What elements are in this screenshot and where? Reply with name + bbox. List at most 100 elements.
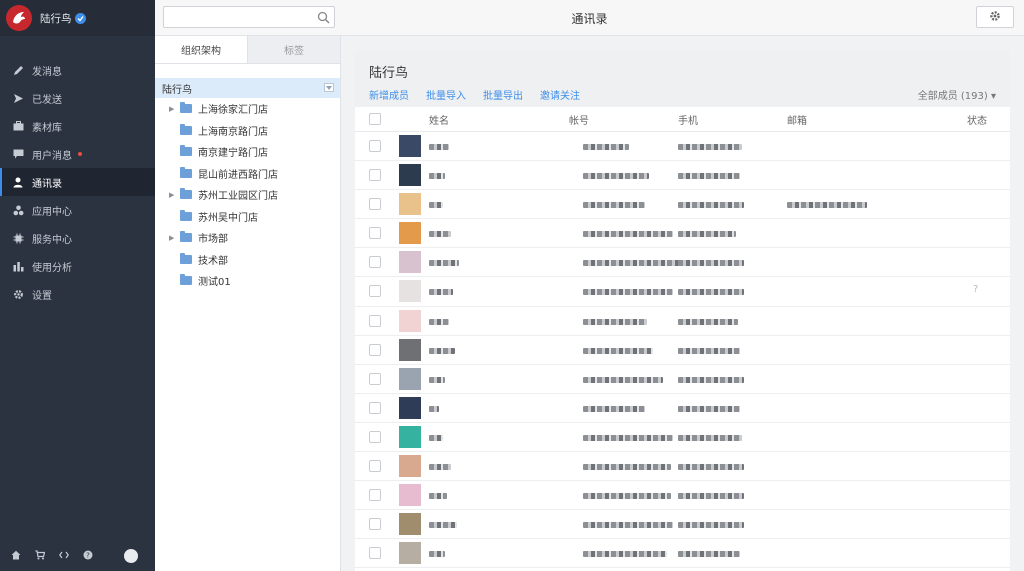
batch-import-link[interactable]: 批量导入 — [426, 87, 466, 102]
table-row[interactable] — [355, 481, 1010, 511]
row-checkbox[interactable] — [369, 198, 381, 211]
table-row[interactable]: ? — [355, 277, 1010, 307]
name-redacted — [429, 347, 455, 354]
table-row[interactable] — [355, 248, 1010, 278]
table-row[interactable] — [355, 132, 1010, 162]
expand-arrow-icon[interactable]: ▶ — [169, 191, 179, 199]
department-label: 技术部 — [198, 255, 228, 267]
sidebar-item-analytics[interactable]: 使用分析 — [0, 252, 155, 280]
row-checkbox[interactable] — [369, 401, 381, 414]
department-item[interactable]: ▶ 苏州工业园区门店 — [155, 184, 340, 206]
sidebar-item-service-center[interactable]: 服务中心 — [0, 224, 155, 252]
main-area: 陆行鸟 新增成员 批量导入 批量导出 邀请关注 全部成员 (193) ▾ 姓名 … — [341, 36, 1024, 571]
row-checkbox[interactable] — [369, 343, 381, 356]
sidebar-item-materials[interactable]: 素材库 — [0, 112, 155, 140]
department-label: 测试01 — [198, 277, 231, 289]
department-item[interactable]: 上海南京路门店 — [155, 120, 340, 142]
table-row[interactable] — [355, 219, 1010, 249]
apps-icon — [12, 204, 24, 216]
department-list: ▶ 上海徐家汇门店上海南京路门店南京建宁路门店昆山前进西路门店 ▶ 苏州工业园区门店苏… — [155, 98, 340, 292]
expand-arrow-icon[interactable]: ▶ — [169, 105, 179, 113]
row-checkbox[interactable] — [369, 256, 381, 269]
sidebar-item-settings[interactable]: 设置 — [0, 280, 155, 308]
table-row[interactable] — [355, 365, 1010, 394]
table-row[interactable] — [355, 452, 1010, 482]
dropdown-icon[interactable] — [324, 83, 334, 92]
sidebar-item-contacts[interactable]: 通讯录 — [0, 168, 155, 196]
account-redacted — [583, 551, 667, 558]
department-label: 上海南京路门店 — [198, 126, 268, 138]
department-item[interactable]: 昆山前进西路门店 — [155, 163, 340, 185]
row-checkbox[interactable] — [369, 314, 381, 327]
tab-org-structure[interactable]: 组织架构 — [155, 36, 247, 63]
avatar — [399, 396, 421, 419]
account-redacted — [583, 464, 671, 471]
avatar — [399, 135, 421, 157]
table-row[interactable] — [355, 394, 1010, 423]
tab-tags[interactable]: 标签 — [247, 36, 340, 63]
row-checkbox[interactable] — [369, 460, 381, 473]
brand-header[interactable]: 陆行鸟 — [0, 0, 155, 36]
row-checkbox[interactable] — [369, 489, 381, 502]
row-checkbox[interactable] — [369, 547, 381, 560]
table-body: ? — [355, 132, 1010, 569]
invite-follow-link[interactable]: 邀请关注 — [540, 87, 580, 102]
column-header-name[interactable]: 姓名 — [429, 112, 449, 127]
row-checkbox[interactable] — [369, 227, 381, 240]
batch-export-link[interactable]: 批量导出 — [483, 87, 523, 102]
expand-arrow-icon[interactable]: ▶ — [169, 234, 179, 242]
account-redacted — [583, 318, 647, 325]
table-row[interactable] — [355, 539, 1010, 569]
column-header-email[interactable]: 邮箱 — [787, 112, 807, 127]
department-item[interactable]: 苏州吴中门店 — [155, 206, 340, 228]
table-row[interactable] — [355, 423, 1010, 453]
department-item[interactable]: ▶ 市场部 — [155, 227, 340, 249]
row-checkbox[interactable] — [369, 285, 381, 298]
name-redacted — [429, 493, 447, 500]
department-item[interactable]: 南京建宁路门店 — [155, 141, 340, 163]
phone-redacted — [678, 318, 738, 325]
code-icon[interactable] — [58, 549, 70, 561]
phone-redacted — [678, 493, 744, 500]
row-checkbox[interactable] — [369, 372, 381, 385]
home-icon[interactable] — [10, 549, 22, 561]
table-row[interactable] — [355, 336, 1010, 365]
sidebar-item-sent[interactable]: 已发送 — [0, 84, 155, 112]
members-filter-dropdown[interactable]: 全部成员 (193) ▾ — [918, 87, 996, 102]
sidebar-item-user-messages[interactable]: 用户消息 — [0, 140, 155, 168]
add-icon[interactable] — [124, 549, 138, 563]
table-header: 姓名 帐号 手机 邮箱 状态 — [355, 107, 1010, 132]
column-header-account[interactable]: 帐号 — [569, 112, 589, 127]
cart-icon[interactable] — [34, 549, 46, 561]
department-item[interactable]: 测试01 — [155, 270, 340, 292]
folder-icon — [180, 209, 192, 221]
add-member-link[interactable]: 新增成员 — [369, 87, 409, 102]
table-row[interactable] — [355, 161, 1010, 191]
phone-redacted — [678, 464, 744, 471]
table-row[interactable] — [355, 307, 1010, 336]
department-label: 昆山前进西路门店 — [198, 169, 278, 181]
select-all-checkbox[interactable] — [369, 113, 381, 125]
help-icon[interactable]: ? — [82, 549, 94, 561]
table-row[interactable] — [355, 190, 1010, 220]
sidebar-item-send-message[interactable]: 发消息 — [0, 56, 155, 84]
row-checkbox[interactable] — [369, 430, 381, 443]
department-item[interactable]: ▶ 上海徐家汇门店 — [155, 98, 340, 120]
settings-button[interactable] — [976, 6, 1014, 28]
card-header: 陆行鸟 新增成员 批量导入 批量导出 邀请关注 全部成员 (193) ▾ — [355, 50, 1010, 107]
action-links: 新增成员 批量导入 批量导出 邀请关注 — [369, 87, 580, 102]
row-checkbox[interactable] — [369, 518, 381, 531]
sidebar-footer: ? — [0, 539, 155, 571]
column-header-phone[interactable]: 手机 — [678, 112, 698, 127]
row-checkbox[interactable] — [369, 140, 381, 152]
account-redacted — [583, 260, 679, 267]
row-checkbox[interactable] — [369, 169, 381, 182]
sidebar-item-app-center[interactable]: 应用中心 — [0, 196, 155, 224]
table-row[interactable] — [355, 510, 1010, 540]
phone-redacted — [678, 260, 744, 267]
column-header-status[interactable]: 状态 — [967, 112, 987, 127]
org-root-item[interactable]: 陆行鸟 — [155, 78, 340, 98]
department-item[interactable]: 技术部 — [155, 249, 340, 271]
send-icon — [12, 92, 24, 104]
avatar — [399, 164, 421, 187]
